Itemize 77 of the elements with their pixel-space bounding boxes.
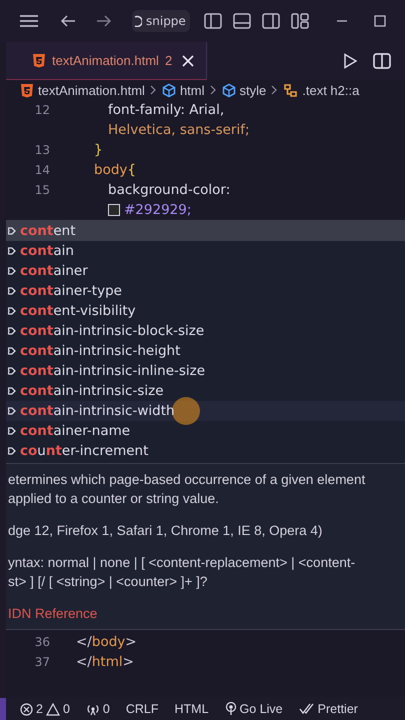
secondary-sidebar-layout-icon[interactable] xyxy=(262,13,280,29)
code-text: > xyxy=(125,634,137,650)
code-text: > xyxy=(122,654,134,670)
symbol-class-icon xyxy=(283,82,298,98)
reference-link[interactable]: IDN Reference xyxy=(8,604,401,623)
description-text: etermines which page-based occurrence of a given element xyxy=(8,471,366,489)
sidebar-layout-icon[interactable] xyxy=(204,13,222,29)
broadcast-icon xyxy=(224,702,237,716)
loading-arc-icon xyxy=(134,15,142,27)
chevron-icon xyxy=(271,85,278,95)
touch-indicator xyxy=(172,397,200,425)
close-icon[interactable] xyxy=(182,54,194,66)
line-ending-status[interactable]: CRLF xyxy=(126,702,159,716)
prettier-status[interactable]: Prettier xyxy=(298,702,358,716)
line-number: 15 xyxy=(34,183,51,197)
back-arrow-icon[interactable] xyxy=(60,14,76,28)
run-icon[interactable] xyxy=(343,53,357,69)
go-live-button[interactable]: Go Live xyxy=(224,702,283,716)
suggestion-item[interactable]: contain-intrinsic-height xyxy=(6,341,405,361)
code-text: Helvetica, sans-serif; xyxy=(108,122,250,138)
code-text: #292929; xyxy=(124,202,192,218)
syntax-text: yntax: normal | none | [ <content-replacement> | <content- xyxy=(8,554,356,572)
suggestion-item[interactable]: container-type xyxy=(6,281,405,301)
problems-status[interactable]: 2 0 xyxy=(20,702,70,716)
maximize-icon[interactable] xyxy=(374,15,386,27)
breadcrumb-item[interactable]: textAnimation.html xyxy=(20,82,145,98)
line-number: 37 xyxy=(34,655,51,669)
code-text: font-family: Arial, xyxy=(108,102,224,118)
suggestion-item[interactable]: contain-intrinsic-size xyxy=(6,381,405,401)
suggestion-item[interactable]: counter-increment xyxy=(6,441,405,461)
line-number: 12 xyxy=(34,103,51,117)
code-text: } xyxy=(94,142,103,158)
chevron-icon xyxy=(210,85,216,95)
breadcrumb-item[interactable]: style xyxy=(222,82,266,98)
suggestion-item[interactable]: contain-intrinsic-inline-size xyxy=(6,361,405,381)
antenna-icon xyxy=(86,702,100,716)
code-text: body xyxy=(92,634,126,650)
code-text: </ xyxy=(76,654,92,670)
color-swatch[interactable] xyxy=(108,204,120,216)
search-field[interactable]: snippe xyxy=(132,10,190,32)
code-text: { xyxy=(127,162,136,178)
layout-grid-icon[interactable] xyxy=(290,13,309,29)
cube-icon xyxy=(162,82,176,98)
error-icon xyxy=(20,702,33,716)
forward-arrow-icon[interactable] xyxy=(96,14,112,28)
chevron-icon xyxy=(150,85,157,95)
breadcrumb-item[interactable]: .text h2::a xyxy=(283,82,360,98)
breadcrumb-item[interactable]: html xyxy=(162,82,204,98)
line-number: 13 xyxy=(34,143,51,157)
suggestion-item[interactable]: content-visibility xyxy=(6,301,405,321)
double-check-icon xyxy=(298,703,315,715)
syntax-text: st> ] [/ [ <string> | <counter> ]+ ]? xyxy=(8,573,208,591)
suggestion-item[interactable]: contain xyxy=(6,241,405,261)
warning-icon xyxy=(46,702,60,716)
panel-layout-icon[interactable] xyxy=(232,13,251,29)
html-file-icon xyxy=(32,53,46,68)
line-number: 14 xyxy=(34,163,51,177)
html-file-icon xyxy=(20,82,34,98)
split-editor-icon[interactable] xyxy=(373,53,391,69)
code-text: background-color: xyxy=(108,182,230,198)
suggestion-item[interactable]: container-name xyxy=(6,421,405,441)
description-text: applied to a counter or string value. xyxy=(8,490,220,508)
cube-icon xyxy=(222,82,236,98)
language-status[interactable]: HTML xyxy=(174,702,209,716)
line-number: 36 xyxy=(34,635,51,649)
code-text: body xyxy=(94,162,128,178)
editor-tab[interactable]: textAnimation.html 2 xyxy=(6,42,208,80)
ports-status[interactable]: 0 xyxy=(86,702,110,716)
tab-title: textAnimation.html xyxy=(52,53,159,68)
suggestion-item[interactable]: contain-intrinsic-block-size xyxy=(6,321,405,341)
code-text: </ xyxy=(76,634,92,650)
menu-icon[interactable] xyxy=(18,13,40,29)
suggestion-item[interactable]: container xyxy=(6,261,405,281)
suggestion-item[interactable]: content xyxy=(6,221,405,241)
code-text: html xyxy=(92,654,123,670)
problem-count: 2 xyxy=(164,53,172,68)
browser-support-text: dge 12, Firefox 1, Safari 1, Chrome 1, IE 8, Opera 4) xyxy=(8,522,324,540)
